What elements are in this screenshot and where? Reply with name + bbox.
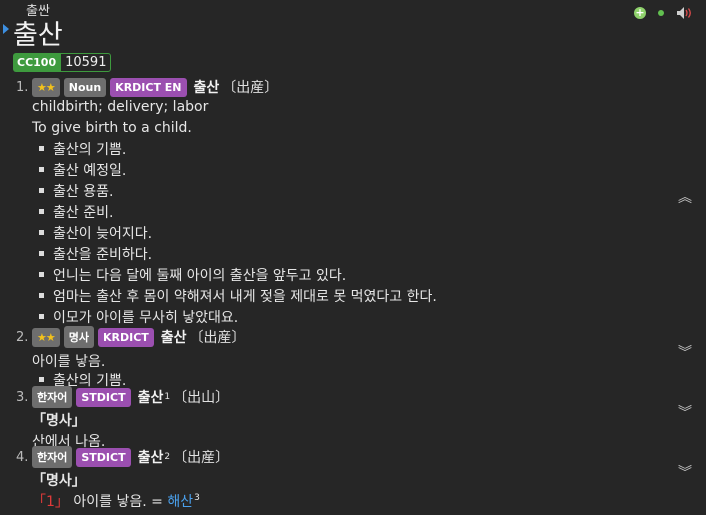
homograph-number: 2 [164,452,171,462]
pos-badge: 명사 [63,326,94,348]
entry-word: 출산 [137,390,164,406]
pos-label: 「명사」 [32,413,86,429]
top-icons: + [634,6,694,20]
synonym-sup: 3 [194,493,200,504]
pos-badge: 한자어 [32,386,73,408]
example-item: 출산 용품. [38,181,113,201]
example-item: 출산의 기쁨. [38,139,126,159]
frequency-count: 10591 [60,53,112,72]
pos-badge: Noun [63,77,107,97]
star-rating: ★★ [32,327,60,347]
green-dot-icon [658,10,664,16]
chevron-down-double-icon[interactable]: ︾ [678,466,692,480]
entry-index: 3. [16,389,29,405]
entry-hanja: 〔出産〕 [173,450,230,466]
example-item: 출산 예정일. [38,160,126,180]
entry-index: 1. [16,79,29,95]
entry-index: 2. [16,329,29,345]
speaker-icon[interactable] [676,6,694,20]
source-badge: KRDICT [97,327,154,347]
example-item: 출산 준비. [38,202,113,222]
source-badge: STDICT [76,447,131,467]
headword: 출산 [13,20,63,51]
entry-hanja: 〔出産〕 [222,80,279,96]
definition: 아이를 낳음. [32,354,106,370]
entry-4-header: 4. 한자어 STDICT 출산 2 〔出産〕 [16,446,229,468]
definition: To give birth to a child. [32,120,192,136]
entry-word: 출산 [137,450,164,466]
sense-number: 「1」 [32,494,69,510]
pos-badge: 한자어 [32,446,73,468]
plus-circle-icon[interactable]: + [634,7,646,19]
star-rating: ★★ [32,77,60,97]
entry-hanja: 〔出山〕 [173,390,230,406]
definition: childbirth; delivery; labor [32,99,209,115]
source-badge: KRDICT EN [110,77,187,97]
entry-hanja: 〔出産〕 [189,330,246,346]
entry-index: 4. [16,449,29,465]
frequency-badge: CC100 10591 [13,53,112,72]
homograph-number: 1 [164,392,171,402]
chevron-down-double-icon[interactable]: ︾ [678,406,692,420]
example-item: 출산을 준비하다. [38,244,152,264]
example-item: 언니는 다음 달에 둘째 아이의 출산을 앞두고 있다. [38,265,346,285]
entry-word: 출산 [160,330,187,346]
entry-1-header: 1. ★★ Noun KRDICT EN 출산 〔出産〕 [16,76,278,98]
synonym-link[interactable]: 해산 [167,494,193,510]
entry-2-header: 2. ★★ 명사 KRDICT 출산 〔出産〕 [16,326,246,348]
chevron-down-double-icon[interactable]: ︾ [678,346,692,360]
chevron-up-double-icon[interactable]: ︽ [678,191,692,205]
definition: 아이를 낳음. = [73,494,163,510]
example-item: 이모가 아이를 무사히 낳았대요. [38,307,238,327]
frequency-label: CC100 [13,53,61,72]
pos-label: 「명사」 [32,473,86,489]
source-badge: STDICT [76,387,131,407]
entry-word: 출산 [193,80,220,96]
definition-line: 「1」 아이를 낳음. = 해산3 [32,491,200,511]
example-item: 출산이 늦어지다. [38,223,152,243]
example-item: 엄마는 출산 후 몸이 약해져서 내게 젖을 제대로 못 먹였다고 한다. [39,286,437,306]
expand-arrow-icon[interactable] [3,24,9,34]
entry-3-header: 3. 한자어 STDICT 출산 1 〔出山〕 [16,386,229,408]
